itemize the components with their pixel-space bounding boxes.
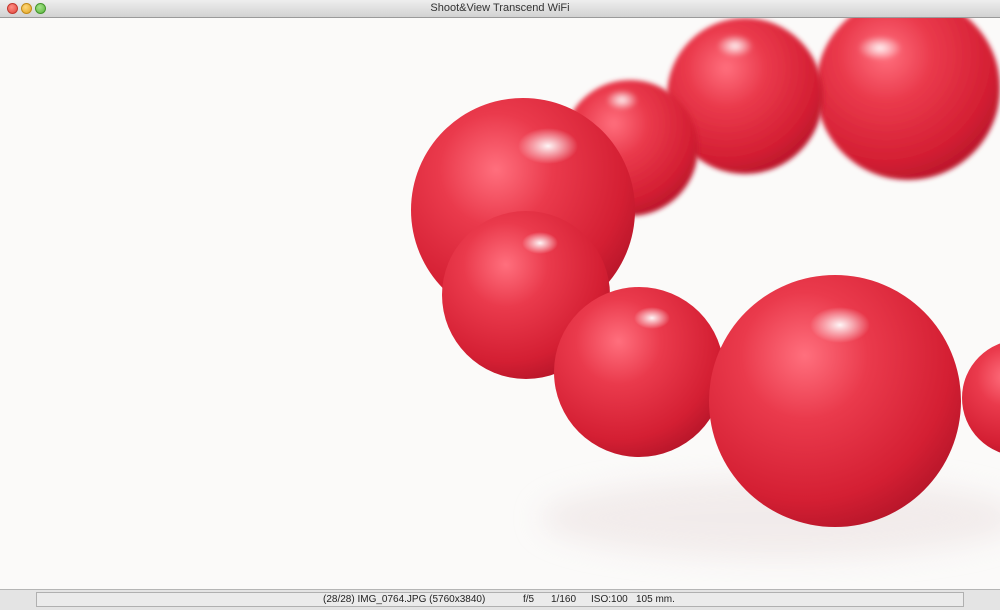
app-window: Shoot&View Transcend WiFi (28/28) IMG_07… [0,0,1000,610]
image-info-text: (28/28) IMG_0764.JPG (5760x3840) [323,594,486,605]
photo-info-panel: (28/28) IMG_0764.JPG (5760x3840) f/5 1/1… [36,592,964,607]
aperture-text: f/5 [523,594,535,605]
image-viewer[interactable] [0,18,1000,589]
shutter-speed-text: 1/160 [551,594,577,605]
window-title: Shoot&View Transcend WiFi [430,2,570,14]
photo [0,18,1000,589]
title-bar[interactable]: Shoot&View Transcend WiFi [0,0,1000,18]
iso-text: ISO:100 [591,594,628,605]
status-bar: (28/28) IMG_0764.JPG (5760x3840) f/5 1/1… [0,589,1000,610]
focal-length-text: 105 mm. [636,594,675,605]
bead-small-2 [554,287,724,457]
bead-large-front [709,275,961,527]
